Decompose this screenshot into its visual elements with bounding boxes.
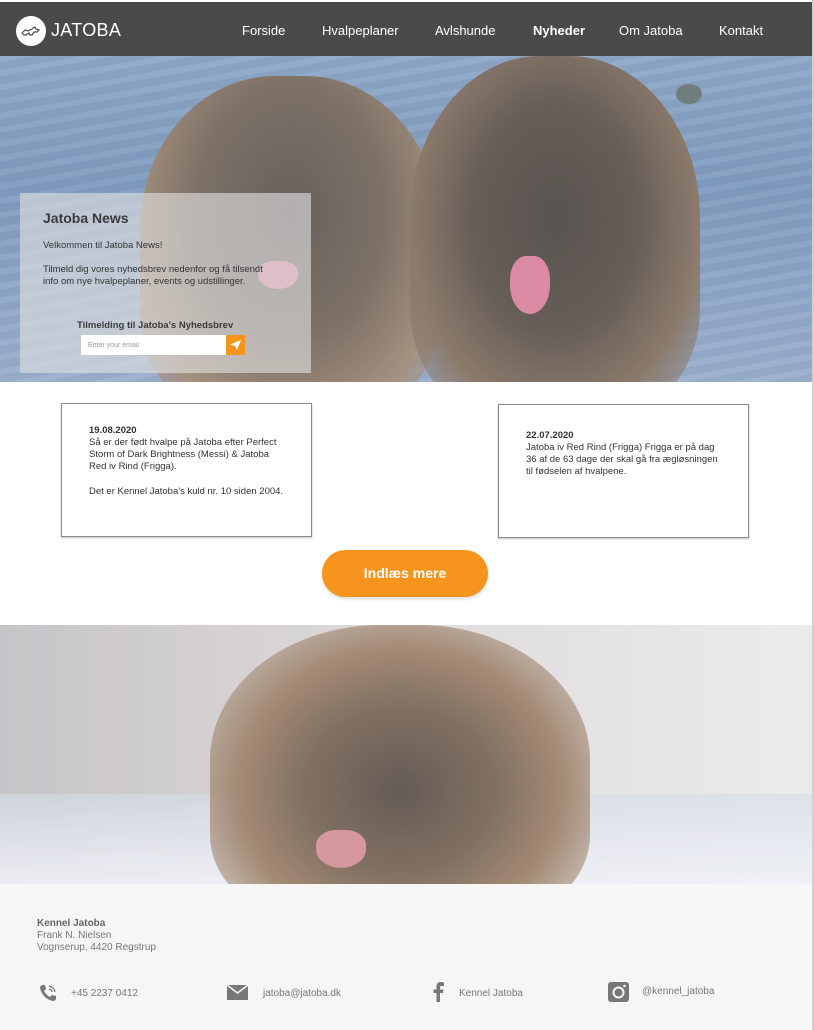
mail-icon xyxy=(227,985,248,1000)
newsletter-signup-label: Tilmelding til Jatoba's Nyhedsbrev xyxy=(77,320,234,331)
footer-owner: Frank N. Nielsen xyxy=(37,930,112,941)
brand-name[interactable]: JATOBA xyxy=(51,20,121,41)
nav-item-kontakt[interactable]: Kontakt xyxy=(719,23,763,38)
facebook-icon xyxy=(433,982,444,1002)
dog-photo xyxy=(0,625,812,884)
footer-kennel-name: Kennel Jatoba xyxy=(37,918,106,929)
phone-icon xyxy=(40,985,56,1001)
newsletter-title: Jatoba News xyxy=(43,210,129,226)
newsletter-card: Jatoba News Velkommen til Jatoba News! T… xyxy=(20,193,311,373)
post-body-extra: Det er Kennel Jatoba's kuld nr. 10 siden… xyxy=(89,486,284,497)
nav-item-avlshunde[interactable]: Avlshunde xyxy=(435,23,495,38)
load-more-button[interactable]: Indlæs mere xyxy=(322,550,488,597)
nav-item-nyheder[interactable]: Nyheder xyxy=(533,23,585,38)
footer-phone[interactable]: +45 2237 0412 xyxy=(71,988,138,999)
paper-plane-icon xyxy=(230,340,241,350)
nav-item-forside[interactable]: Forside xyxy=(242,23,285,38)
nav-item-om-jatoba[interactable]: Om Jatoba xyxy=(619,23,683,38)
footer-facebook[interactable]: Kennel Jatoba xyxy=(459,988,523,999)
email-input[interactable] xyxy=(81,335,226,355)
newsletter-description: Tilmeld dig vores nyhedsbrev nedenfor og… xyxy=(43,264,263,287)
footer-instagram[interactable]: @kennel_jatoba xyxy=(642,986,714,997)
post-date: 19.08.2020 xyxy=(89,425,137,436)
post-body: Jatoba iv Red Rind (Frigga) Frigga er på… xyxy=(526,442,718,477)
post-body: Så er der født hvalpe på Jatoba efter Pe… xyxy=(89,437,277,472)
news-post[interactable]: 19.08.2020 Så er der født hvalpe på Jato… xyxy=(61,403,312,537)
photo-overlay xyxy=(0,625,812,884)
footer-email[interactable]: jatoba@jatoba.dk xyxy=(263,988,341,999)
top-navigation: JATOBA Forside Hvalpeplaner Avlshunde Ny… xyxy=(0,2,812,56)
nav-item-hvalpeplaner[interactable]: Hvalpeplaner xyxy=(322,23,399,38)
dog-logo-icon[interactable] xyxy=(16,16,46,46)
news-post[interactable]: 22.07.2020 Jatoba iv Red Rind (Frigga) F… xyxy=(498,404,749,538)
newsletter-welcome: Velkommen til Jatoba News! xyxy=(43,240,163,251)
post-date: 22.07.2020 xyxy=(526,430,574,441)
footer: Kennel Jatoba Frank N. Nielsen Vognserup… xyxy=(0,884,812,1030)
send-button[interactable] xyxy=(226,335,245,355)
instagram-icon xyxy=(608,982,629,1002)
footer-address: Vognserup, 4420 Regstrup xyxy=(37,942,156,953)
